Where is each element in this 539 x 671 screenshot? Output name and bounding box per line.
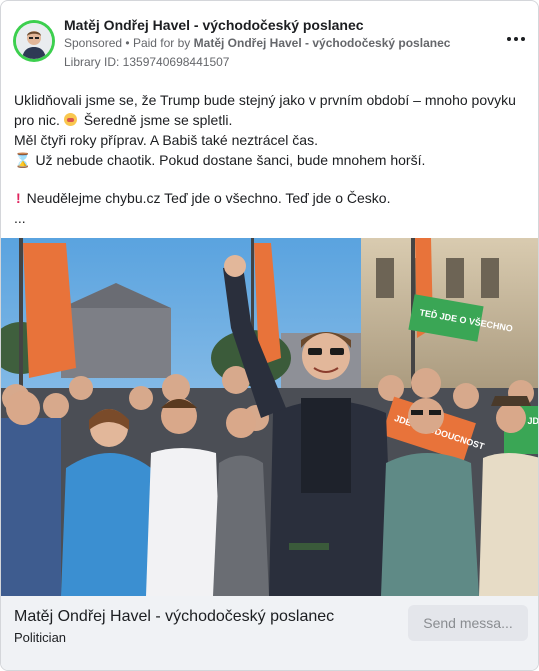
more-options-icon[interactable] [506,33,526,45]
paid-for-name: Matěj Ondřej Havel - východočeský poslan… [193,36,451,50]
ad-photo[interactable]: TEĎ JDE O VŠECHNO TEĎ JDE JDE O BUDOUCNO… [1,238,538,596]
exclamation-icon: ! [16,190,21,206]
body-line-4: ⌛ Už nebude chaotik. Pokud dostane šanci,… [14,150,526,170]
rally-photo-illustration: TEĎ JDE O VŠECHNO TEĎ JDE JDE O BUDOUCNO… [1,238,538,596]
ad-footer: Matěj Ondřej Havel - východočeský poslan… [1,596,538,670]
avatar[interactable] [13,20,55,62]
ad-card: Matěj Ondřej Havel - východočeský poslan… [0,0,539,671]
body-line-2-pre: pro nic. [14,112,60,128]
body-line-3: Měl čtyři roky příprav. A Babiš také nez… [14,132,318,148]
more-dot [507,37,511,41]
send-message-button[interactable]: Send messa... [408,605,528,641]
paid-for-prefix: Paid for by [132,36,191,50]
body-line-2: pro nic. Šeredně jsme se spletli. [14,110,526,130]
avatar-portrait-icon [16,23,52,59]
footer-category: Politician [14,630,67,645]
body-spacer [14,170,526,188]
library-id: Library ID: 1359740698441507 [64,55,230,69]
body-line-1: Uklidňovali jsme se, že Trump bude stejn… [14,92,516,108]
ad-body-text: Uklidňovali jsme se, že Trump bude stejn… [14,90,526,228]
meta-separator: • [125,36,133,50]
avatar-photo [16,23,52,59]
sponsored-label: Sponsored [64,36,123,50]
more-dot [521,37,525,41]
page-name-link[interactable]: Matěj Ondřej Havel - východočeský poslan… [64,17,364,33]
ad-header: Matěj Ondřej Havel - východočeský poslan… [13,17,526,73]
see-more-ellipsis[interactable]: ... [14,208,526,228]
body-line-5-text: Neudělejme chybu.cz Teď jde o všechno. T… [26,190,391,206]
more-dot [514,37,518,41]
body-line-2-post: Šeredně jsme se spletli. [83,112,233,128]
surprised-face-icon [63,113,77,126]
body-line-5: ! Neudělejme chybu.cz Teď jde o všechno. … [14,188,526,208]
hourglass-icon: ⌛ [14,152,32,168]
footer-page-name[interactable]: Matěj Ondřej Havel - východočeský poslan… [14,608,334,626]
sponsored-line: Sponsored • Paid for by Matěj Ondřej Hav… [64,36,450,50]
body-line-4-text: Už nebude chaotik. Pokud dostane šanci, … [35,152,426,168]
